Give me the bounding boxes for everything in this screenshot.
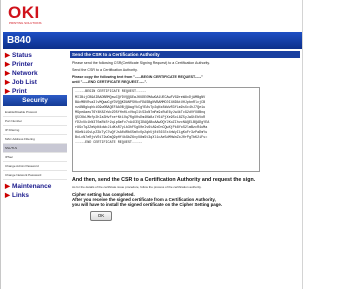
chevron-right-icon: ▶ bbox=[5, 52, 10, 59]
chevron-right-icon: ▶ bbox=[5, 183, 10, 190]
browser-page: OKI PRINTING SOLUTIONS B840 ▶ Status ▶ Pri… bbox=[0, 0, 340, 289]
procedure-note: As for the details of the certificate is… bbox=[72, 185, 202, 189]
csr-line: fD2cUk1hN3T0aRkS+2qLpGmFv7xA4CEQIDAQABoA… bbox=[75, 121, 210, 125]
page-left-border bbox=[0, 0, 1, 289]
main-content: Send the CSR to a Certification Authorit… bbox=[70, 51, 300, 285]
sidebar-item-label: Print bbox=[12, 88, 27, 95]
sidebar-item-label: Links bbox=[12, 192, 29, 199]
chevron-right-icon: ▶ bbox=[5, 79, 10, 86]
chevron-right-icon: ▶ bbox=[5, 70, 10, 77]
sidebar-subitem-enable-disable-protocol[interactable]: Enable/Disable Protocol bbox=[3, 108, 67, 117]
sidebar-item-status[interactable]: ▶ Status bbox=[3, 51, 67, 60]
sidebar-item-label: Network bbox=[12, 70, 38, 77]
chevron-right-icon: ▶ bbox=[5, 88, 10, 95]
section-header: Send the CSR to a Certification Authorit… bbox=[70, 51, 300, 58]
intro-text-1: Please send the following CSR(Certificat… bbox=[72, 61, 210, 65]
sidebar-item-links[interactable]: ▶ Links bbox=[3, 191, 67, 200]
and-then-text: And then, send the CSR to a Certificatio… bbox=[72, 177, 256, 183]
sidebar-item-label: Printer bbox=[12, 61, 33, 68]
sidebar-item-label: Status bbox=[12, 52, 32, 59]
chevron-right-icon: ▶ bbox=[5, 192, 10, 199]
logo-tagline: PRINTING SOLUTIONS bbox=[9, 21, 42, 25]
sidebar-subitem-port-number[interactable]: Port Number bbox=[3, 117, 67, 126]
csr-line: MIIBijCB9AIBADBRMQswCQYDVQQGEwJKUDEOMAwG… bbox=[75, 96, 206, 100]
csr-line: Q5CKbLMbfp2hIa3HvFxe+Nt1Oq7RgU0sDm4KWAzl… bbox=[75, 116, 206, 120]
sidebar-item-label: Job List bbox=[12, 79, 37, 86]
model-name: B840 bbox=[7, 35, 31, 46]
sidebar-item-printer[interactable]: ▶ Printer bbox=[3, 60, 67, 69]
sidebar-item-maintenance[interactable]: ▶ Maintenance bbox=[3, 182, 67, 191]
csr-textarea[interactable]: -----BEGIN CERTIFICATE REQUEST----- MIIB… bbox=[72, 87, 260, 172]
csr-line: MGpeAaeuT6Y4K8ZrWc2D5fHn0LxVbqI1tS3oN7mP… bbox=[75, 111, 206, 115]
csr-line: nzANBgkqhkiG9w0BAQEFAAOBjQAwgYkCgYEAvTp2… bbox=[75, 106, 206, 110]
sidebar-subitem-mac-address-filtering[interactable]: MAC Address Filtering bbox=[3, 135, 67, 144]
ok-button[interactable]: OK bbox=[90, 211, 112, 221]
oki-logo: OKI PRINTING SOLUTIONS bbox=[8, 4, 68, 26]
csr-line: H9eN1iGvLpZ3kTyC7wQfJsA0dRbX5mVcOp2qhUj8… bbox=[75, 131, 208, 135]
model-header-bar: B840 bbox=[3, 32, 302, 49]
copy-instruction-2: until "-----END CERTIFICATE REQUEST-----… bbox=[72, 80, 148, 84]
sidebar-subitem-change-network-password[interactable]: Change Network Password bbox=[3, 171, 67, 180]
sidebar: ▶ Status ▶ Printer ▶ Network ▶ Job List ▶ Pri… bbox=[3, 51, 67, 285]
sidebar-item-job-list[interactable]: ▶ Job List bbox=[3, 78, 67, 87]
csr-line: -----BEGIN CERTIFICATE REQUEST----- bbox=[75, 90, 147, 94]
csr-line: -----END CERTIFICATE REQUEST----- bbox=[75, 141, 143, 145]
sidebar-subitem-change-admin-password[interactable]: Change Admin Password bbox=[3, 162, 67, 171]
sidebar-subitem-ip-filtering[interactable]: IP Filtering bbox=[3, 126, 67, 135]
csr-line: BAcMBVRva3lvMQwwCgYDVQQKDANPS0kxFDASBgNV… bbox=[75, 101, 206, 105]
logo-text: OKI bbox=[8, 3, 40, 22]
chevron-right-icon: ▶ bbox=[5, 61, 10, 68]
completed-text-3: you will have to install the signed cert… bbox=[72, 202, 223, 207]
sidebar-subitem-ipsec[interactable]: IPSec bbox=[3, 153, 67, 162]
sidebar-item-label: Maintenance bbox=[12, 183, 52, 190]
page-right-border bbox=[302, 0, 303, 289]
csr-line: r8GxTq2ZmVpN4oWcJ1dKsR7yLb3hF5gU0eIv6tA9… bbox=[75, 126, 208, 130]
sidebar-subitem-ssl-tls[interactable]: SSL/TLS bbox=[3, 144, 67, 153]
sidebar-item-network[interactable]: ▶ Network bbox=[3, 69, 67, 78]
sidebar-item-security[interactable]: Security bbox=[3, 95, 67, 106]
intro-text-2: Send the CSR to a Certification Authorit… bbox=[72, 68, 138, 72]
csr-line: BxLcN7eRjsV0iT2wOaQ9pHf4kGbZ6vyU8mSt3qXl… bbox=[75, 136, 208, 140]
